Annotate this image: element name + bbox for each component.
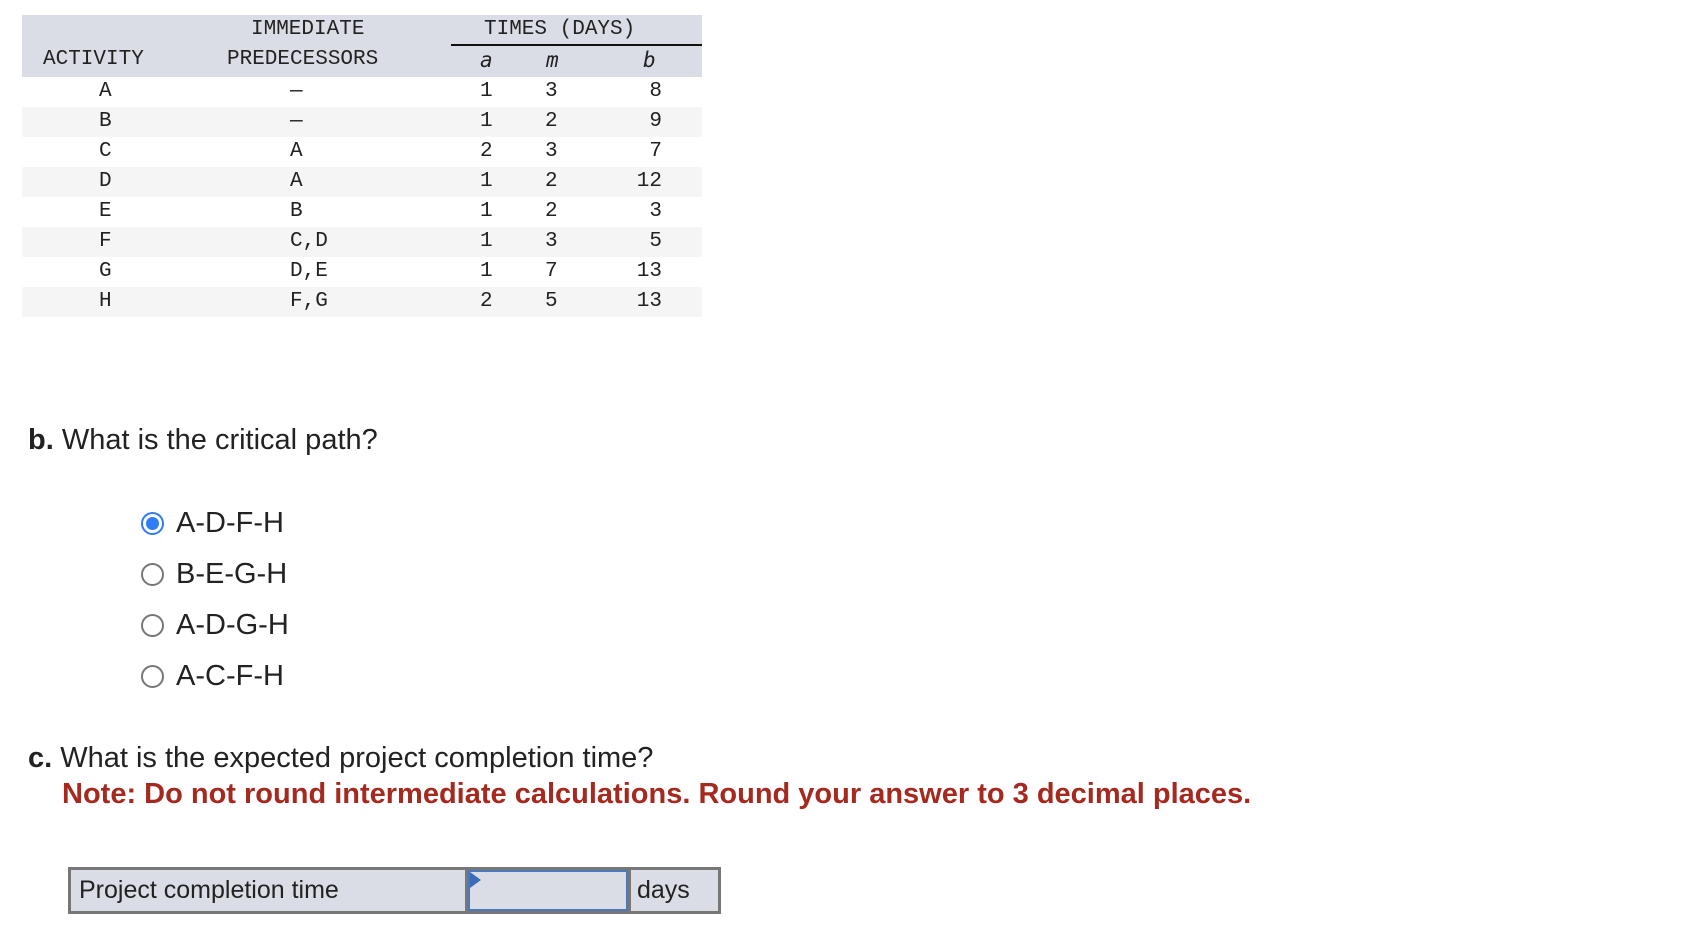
option-b-e-g-h[interactable]: B-E-G-H: [141, 549, 289, 600]
cell-activity: A: [99, 80, 112, 103]
answer-label: Project completion time: [71, 870, 468, 911]
cell-predecessors: D,E: [290, 260, 328, 283]
question-b-text: What is the critical path?: [61, 424, 378, 456]
option-a-d-g-h[interactable]: A-D-G-H: [141, 600, 289, 651]
cell-a: 1: [480, 230, 493, 253]
question-c-prefix: c.: [28, 742, 53, 774]
cell-predecessors: A: [290, 170, 303, 193]
cell-predecessors: C,D: [290, 230, 328, 253]
cell-b: 3: [649, 200, 662, 223]
answer-input-wrapper[interactable]: [468, 870, 628, 911]
header-a: a: [480, 48, 493, 72]
input-flag-icon: [470, 872, 481, 888]
cell-a: 1: [480, 110, 493, 133]
header-b: b: [643, 48, 656, 72]
header-predecessors: PREDECESSORS: [227, 48, 379, 71]
answer-row: Project completion time days: [68, 867, 721, 914]
table-row: A — 1 3 8: [22, 77, 702, 107]
cell-a: 1: [480, 170, 493, 193]
cell-activity: E: [99, 200, 112, 223]
cell-predecessors: —: [290, 110, 303, 133]
cell-m: 2: [545, 110, 558, 133]
cell-b: 7: [649, 140, 662, 163]
header-times-rule: [451, 44, 702, 46]
activity-table: IMMEDIATE TIMES (DAYS) ACTIVITY PREDECES…: [22, 15, 702, 317]
table-row: B — 1 2 9: [22, 107, 702, 137]
table-row: F C,D 1 3 5: [22, 227, 702, 257]
table-row: C A 2 3 7: [22, 137, 702, 167]
cell-predecessors: F,G: [290, 290, 328, 313]
table-row: H F,G 2 5 13: [22, 287, 702, 317]
radio-unselected-icon[interactable]: [141, 563, 164, 586]
radio-unselected-icon[interactable]: [141, 614, 164, 637]
cell-activity: D: [99, 170, 112, 193]
cell-a: 2: [480, 140, 493, 163]
cell-m: 3: [545, 80, 558, 103]
cell-m: 2: [545, 170, 558, 193]
option-label: B-E-G-H: [176, 558, 288, 590]
question-b-prefix: b.: [28, 424, 54, 456]
cell-a: 2: [480, 290, 493, 313]
table-row: E B 1 2 3: [22, 197, 702, 227]
cell-m: 3: [545, 140, 558, 163]
table-row: D A 1 2 12: [22, 167, 702, 197]
answer-unit: days: [628, 870, 718, 911]
cell-b: 8: [649, 80, 662, 103]
cell-predecessors: A: [290, 140, 303, 163]
cell-activity: H: [99, 290, 112, 313]
header-times-days: TIMES (DAYS): [484, 18, 636, 41]
cell-b: 12: [636, 170, 662, 193]
question-c-text: What is the expected project completion …: [60, 742, 654, 774]
cell-activity: B: [99, 110, 112, 133]
cell-m: 3: [545, 230, 558, 253]
cell-b: 13: [636, 290, 662, 313]
question-c: c. What is the expected project completi…: [28, 742, 653, 775]
cell-b: 9: [649, 110, 662, 133]
cell-a: 1: [480, 200, 493, 223]
cell-m: 7: [545, 260, 558, 283]
option-label: A-D-G-H: [176, 609, 289, 641]
option-label: A-D-F-H: [176, 507, 284, 539]
option-a-d-f-h[interactable]: A-D-F-H: [141, 498, 289, 549]
radio-unselected-icon[interactable]: [141, 665, 164, 688]
option-a-c-f-h[interactable]: A-C-F-H: [141, 651, 289, 702]
cell-predecessors: B: [290, 200, 303, 223]
option-label: A-C-F-H: [176, 660, 284, 692]
question-b: b. What is the critical path?: [28, 424, 378, 457]
critical-path-options: A-D-F-H B-E-G-H A-D-G-H A-C-F-H: [141, 498, 289, 702]
table-header: IMMEDIATE TIMES (DAYS) ACTIVITY PREDECES…: [22, 15, 702, 77]
project-completion-time-input[interactable]: [470, 872, 626, 909]
cell-b: 5: [649, 230, 662, 253]
header-immediate: IMMEDIATE: [251, 18, 365, 41]
radio-selected-icon[interactable]: [141, 512, 164, 535]
cell-a: 1: [480, 80, 493, 103]
cell-activity: G: [99, 260, 112, 283]
table-body: A — 1 3 8 B — 1 2 9 C A 2 3 7 D A 1 2 12: [22, 77, 702, 317]
cell-m: 5: [545, 290, 558, 313]
header-m: m: [546, 48, 559, 72]
header-activity: ACTIVITY: [43, 48, 144, 71]
table-row: G D,E 1 7 13: [22, 257, 702, 287]
cell-m: 2: [545, 200, 558, 223]
cell-predecessors: —: [290, 80, 303, 103]
rounding-note: Note: Do not round intermediate calculat…: [62, 778, 1252, 810]
cell-activity: C: [99, 140, 112, 163]
cell-b: 13: [636, 260, 662, 283]
cell-a: 1: [480, 260, 493, 283]
cell-activity: F: [99, 230, 112, 253]
